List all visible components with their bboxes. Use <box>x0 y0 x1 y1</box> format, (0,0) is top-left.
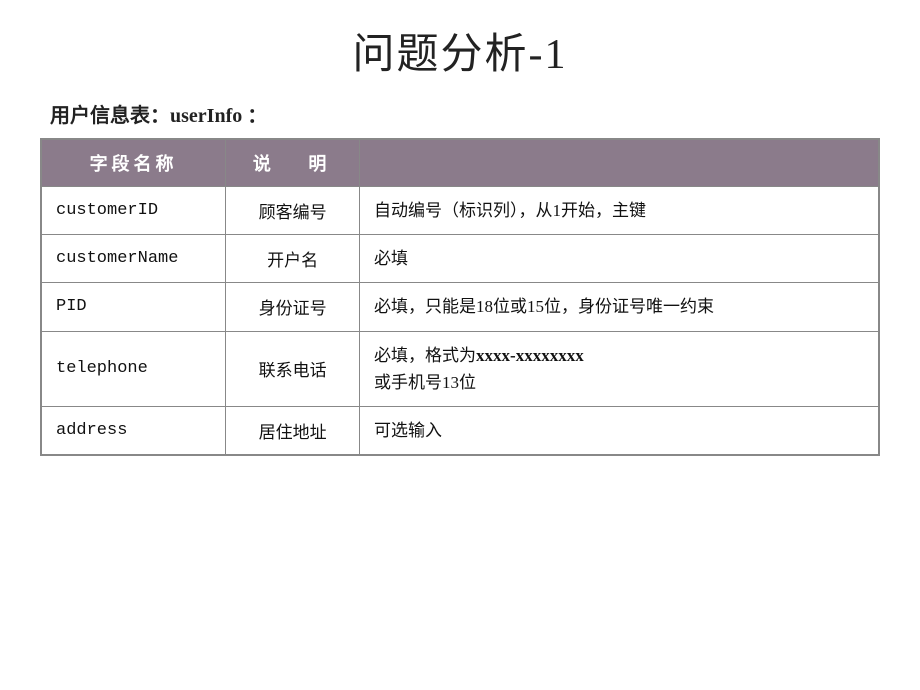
table-row: address居住地址可选输入 <box>42 406 879 454</box>
field-name: PID <box>42 283 226 331</box>
field-description: 联系电话 <box>226 331 360 406</box>
field-name: address <box>42 406 226 454</box>
subtitle: 用户信息表：userInfo ： <box>40 99 267 128</box>
field-details: 可选输入 <box>360 406 879 454</box>
info-table: 字段名称 说 明 customerID顾客编号自动编号（标识列），从1开始，主键… <box>41 139 879 455</box>
table-row: PID身份证号必填，只能是18位或15位，身份证号唯一约束 <box>42 283 879 331</box>
table-wrapper: 字段名称 说 明 customerID顾客编号自动编号（标识列），从1开始，主键… <box>40 138 880 456</box>
field-details: 必填 <box>360 235 879 283</box>
field-description: 居住地址 <box>226 406 360 454</box>
field-name: customerID <box>42 187 226 235</box>
table-row: customerName开户名必填 <box>42 235 879 283</box>
field-name: customerName <box>42 235 226 283</box>
field-details: 自动编号（标识列），从1开始，主键 <box>360 187 879 235</box>
field-description: 身份证号 <box>226 283 360 331</box>
field-name: telephone <box>42 331 226 406</box>
table-row: telephone联系电话必填，格式为xxxx-xxxxxxxx或手机号13位 <box>42 331 879 406</box>
field-description: 顾客编号 <box>226 187 360 235</box>
table-row: customerID顾客编号自动编号（标识列），从1开始，主键 <box>42 187 879 235</box>
field-details: 必填，只能是18位或15位，身份证号唯一约束 <box>360 283 879 331</box>
table-header-row: 字段名称 说 明 <box>42 140 879 187</box>
header-details <box>360 140 879 187</box>
page: 问题分析-1 用户信息表：userInfo ： 字段名称 说 明 custome… <box>0 0 920 690</box>
page-title: 问题分析-1 <box>40 20 880 81</box>
field-description: 开户名 <box>226 235 360 283</box>
header-description: 说 明 <box>226 140 360 187</box>
header-field: 字段名称 <box>42 140 226 187</box>
field-details: 必填，格式为xxxx-xxxxxxxx或手机号13位 <box>360 331 879 406</box>
